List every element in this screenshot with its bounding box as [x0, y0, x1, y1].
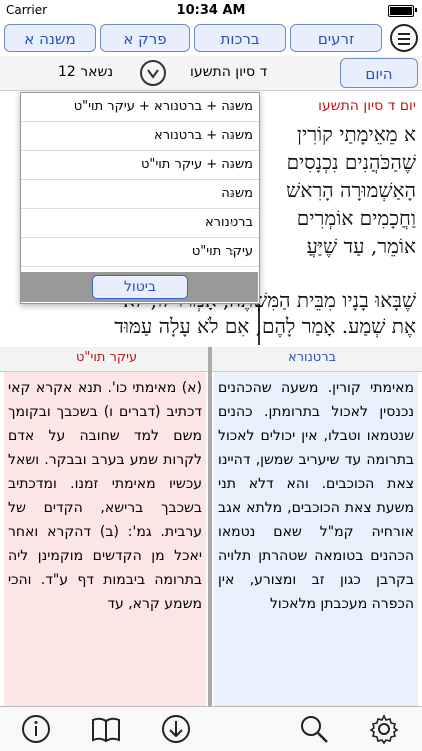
- tab-zraim[interactable]: זרעים: [290, 24, 382, 52]
- bartenura-text: מאימתי קורין. משעה שהכהנים נכנסין לאכול …: [214, 372, 418, 706]
- chevron-left-icon: ‹: [229, 126, 236, 145]
- option-label: משנה + ברטנורא + עיקר תוי"ט: [73, 99, 253, 114]
- chevron-left-icon: ‹: [229, 242, 236, 261]
- info-icon[interactable]: [20, 713, 52, 745]
- tab-perek[interactable]: פרק א: [100, 24, 190, 52]
- today-button[interactable]: היום: [340, 58, 418, 88]
- mishna-line: הָאַשְׁמוּרָה הָרִאשׁ: [286, 178, 416, 202]
- date-toolbar: היום ד סיון התשעו נשאר 12: [0, 56, 422, 91]
- status-bar: Carrier 10:34 AM: [0, 0, 422, 20]
- book-icon[interactable]: [90, 713, 122, 745]
- bartenura-header: ברטנורא: [212, 347, 422, 372]
- popup-footer: ביטול: [20, 272, 258, 302]
- mishna-line: א מֵאֵימָתַי קוֹרִין: [296, 122, 416, 146]
- bottom-toolbar: [0, 706, 422, 751]
- menu-button[interactable]: [390, 24, 418, 52]
- battery-icon: [388, 5, 414, 17]
- day-title: יום ד סיון התשעו: [318, 98, 416, 114]
- search-icon[interactable]: [298, 713, 330, 745]
- mishna-line: שֶׁהַכֹּהֲנִים נִכְנָסִים: [286, 150, 416, 174]
- mishna-line: אֶת שְׁמַע. אָמַר לָהֶם, אִם לֹא עָלָה ע…: [114, 314, 416, 338]
- tyt-title: עיקר תוי"ט: [76, 350, 138, 365]
- option-mishna-tyt[interactable]: משנה + עיקר תוי"ט ‹: [21, 151, 259, 180]
- option-label: עיקר תוי"ט: [191, 244, 253, 259]
- chevron-left-icon: ‹: [229, 155, 236, 174]
- column-divider[interactable]: [208, 347, 212, 706]
- battery-tip: [415, 8, 417, 12]
- download-icon[interactable]: [160, 713, 192, 745]
- option-label: משנה + עיקר תוי"ט: [140, 157, 253, 172]
- option-label: משנה: [221, 186, 253, 201]
- option-mishna[interactable]: משנה ‹: [21, 180, 259, 209]
- current-date: ד סיון התשעו: [190, 64, 268, 80]
- clock: 10:34 AM: [176, 3, 246, 18]
- chevron-left-icon: ‹: [229, 184, 236, 203]
- chevron-left-icon: ‹: [229, 97, 236, 116]
- gear-icon[interactable]: [368, 713, 400, 745]
- option-mishna-bartenura[interactable]: משנה + ברטנורא ‹: [21, 122, 259, 151]
- mishna-line: אוֹמֵר, עַד שֶׁיַּעֲ: [306, 234, 416, 258]
- chevron-down-icon[interactable]: [140, 60, 166, 86]
- tab-mishna[interactable]: משנה א: [4, 24, 96, 52]
- tyt-text: (א) מאימתי כו'. תנא אקרא קאי דכתיב (דברי…: [4, 372, 206, 706]
- chevron-left-icon: ‹: [229, 213, 236, 232]
- bartenura-title: ברטנורא: [288, 350, 337, 365]
- tab-brachot[interactable]: ברכות: [194, 24, 286, 52]
- option-label: משנה + ברטנורא: [154, 128, 253, 143]
- option-mishna-bartenura-tyt[interactable]: משנה + ברטנורא + עיקר תוי"ט ‹: [21, 93, 259, 122]
- cancel-button[interactable]: ביטול: [92, 275, 188, 299]
- option-tyt[interactable]: עיקר תוי"ט ‹: [21, 238, 259, 267]
- tyt-header: עיקר תוי"ט: [0, 347, 208, 372]
- remaining-count: נשאר 12: [58, 64, 114, 80]
- option-bartenura[interactable]: ברטנורא ‹: [21, 209, 259, 238]
- mishna-line: וַחֲכָמִים אוֹמְרִים: [296, 206, 416, 230]
